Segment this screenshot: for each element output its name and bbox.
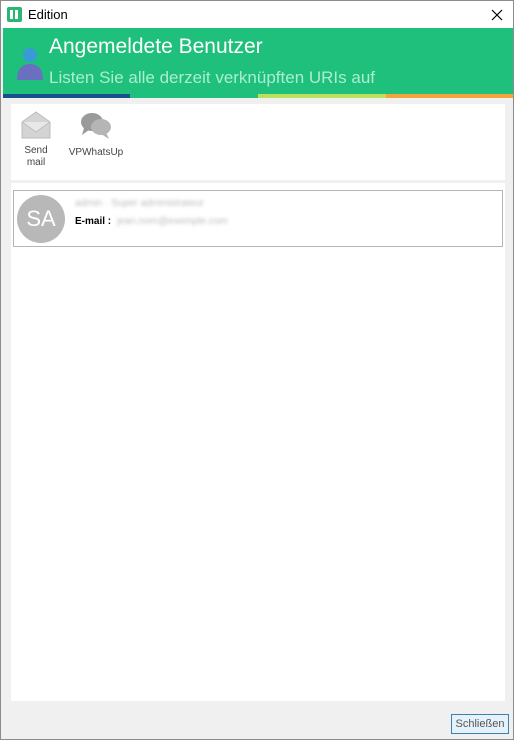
user-name: admin · Super administrateur	[75, 198, 204, 209]
dialog-window: Edition Angemeldete Benutzer Listen Sie …	[0, 0, 514, 740]
send-mail-button[interactable]: Send mail	[15, 110, 57, 169]
vpwhatsup-button[interactable]: VPWhatsUp	[67, 110, 125, 159]
title-bar: Edition	[1, 1, 513, 28]
header-stripe-2	[130, 94, 258, 98]
user-card[interactable]: SA admin · Super administrateur E-mail :…	[13, 190, 503, 247]
envelope-icon	[21, 111, 51, 139]
window-title: Edition	[28, 7, 68, 22]
window-close-button[interactable]	[481, 1, 513, 28]
vpwhatsup-label: VPWhatsUp	[68, 147, 124, 158]
header-stripe-4	[386, 94, 513, 98]
email-label: E-mail :	[75, 216, 112, 227]
user-list: SA admin · Super administrateur E-mail :…	[11, 183, 505, 701]
header-banner: Angemeldete Benutzer Listen Sie alle der…	[3, 28, 513, 98]
toolbar: Send mail VPWhatsUp	[11, 104, 505, 180]
close-button[interactable]: Schließen	[451, 714, 509, 734]
page-title: Angemeldete Benutzer	[49, 35, 263, 58]
chat-bubbles-icon	[81, 113, 111, 139]
email-value: jean.nom@exemple.com	[117, 216, 228, 227]
send-mail-label-2: mail	[26, 157, 46, 168]
send-mail-label-1: Send	[24, 145, 48, 156]
user-icon	[17, 48, 43, 80]
page-subtitle: Listen Sie alle derzeit verknüpften URIs…	[49, 68, 376, 87]
avatar: SA	[17, 195, 65, 243]
app-icon	[7, 7, 22, 22]
header-stripe-1	[3, 94, 130, 98]
header-stripe-3	[258, 94, 386, 98]
close-icon	[491, 9, 503, 20]
